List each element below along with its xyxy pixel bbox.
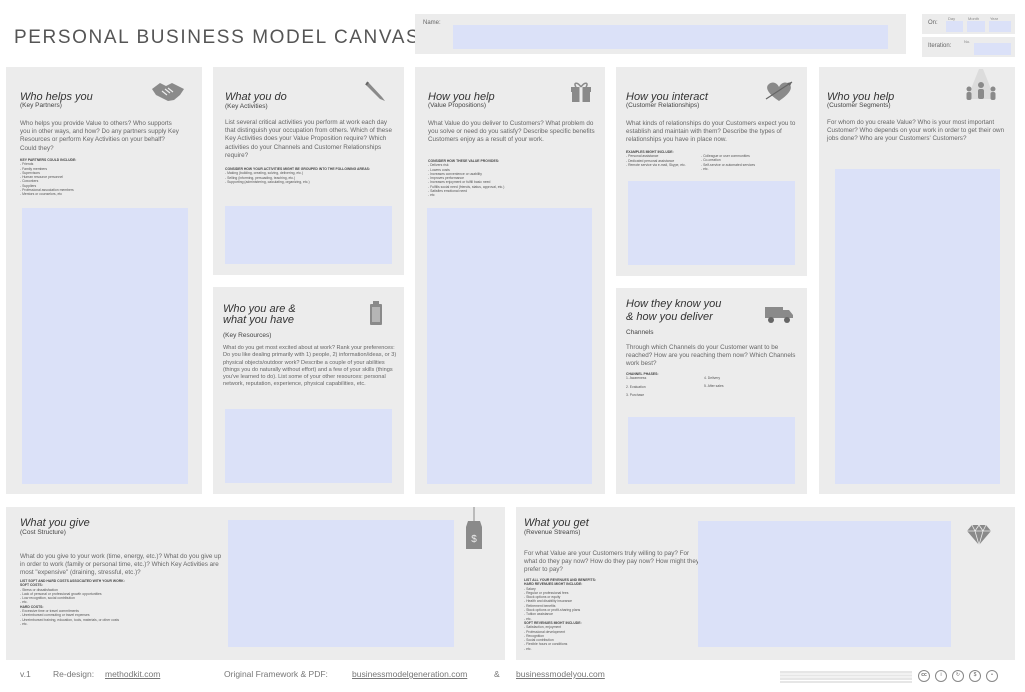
cost-structure-title: What you give — [20, 517, 90, 529]
channels-panel: How they know you & how you deliver Chan… — [616, 288, 807, 494]
by-icon: i — [935, 670, 947, 682]
list-item: - etc. — [701, 166, 709, 171]
value-propositions-subtitle: (Value Propositions) — [428, 102, 487, 109]
redesign-label: Re-design: — [53, 669, 95, 679]
channels-phases-right: 4. Delivery 5. After sales — [704, 376, 794, 389]
pencil-icon — [365, 81, 385, 101]
key-activities-list: CONSIDER HOW YOUR ACTIVITIES MIGHT BE GR… — [225, 167, 397, 184]
price-tag-icon: $ — [466, 507, 482, 549]
heart-arrow-icon — [765, 81, 793, 101]
gift-icon — [571, 82, 591, 102]
channels-title-line2: & how you deliver — [626, 311, 713, 323]
diamond-icon — [967, 524, 991, 546]
cost-structure-panel: What you give (Cost Structure) What do y… — [6, 507, 505, 660]
businessmodelgeneration-link[interactable]: businessmodelgeneration.com — [352, 669, 467, 679]
channels-subtitle: Channels — [626, 329, 654, 336]
customer-relationships-panel: How you interact (Customer Relationships… — [616, 67, 807, 276]
year-input[interactable] — [989, 21, 1011, 32]
key-partners-subtitle: (Key Partners) — [20, 102, 62, 109]
list-item: - Supporting (administering, calculating… — [225, 179, 310, 184]
list-item: - etc. — [20, 621, 28, 626]
customer-segments-panel: Who you help (Customer Segments) For who… — [819, 67, 1015, 494]
channels-phases-left: CHANNEL PHASES: 1. Awareness 2. Evaluati… — [626, 372, 706, 397]
version-label: v.1 — [20, 669, 31, 679]
on-label: On: — [928, 20, 938, 26]
channels-input[interactable] — [628, 417, 795, 484]
person-icon: • — [986, 670, 998, 682]
key-activities-panel: What you do (Key Activities) List severa… — [213, 67, 404, 275]
value-propositions-panel: How you help (Value Propositions) What V… — [415, 67, 605, 494]
channels-description: Through which Channels do your Customer … — [626, 344, 796, 368]
revenue-streams-description: For what Value are your Customers truly … — [524, 550, 700, 574]
key-partners-list: KEY PARTNERS COULD INCLUDE: - Friends - … — [20, 158, 180, 197]
nc-icon: $ — [969, 670, 981, 682]
cost-structure-list: LIST SOFT AND HARD COSTS ASSOCIATED WITH… — [20, 579, 220, 626]
cost-structure-input[interactable] — [228, 520, 454, 647]
customer-relationships-list-left: EXAMPLES MIGHT INCLUDE: - Personal assis… — [626, 150, 706, 167]
revenue-streams-title: What you get — [524, 517, 589, 529]
ampersand: & — [494, 669, 500, 679]
list-item: - etc. — [524, 646, 532, 651]
iteration-no-label: No. — [964, 39, 971, 44]
methodkit-link[interactable]: methodkit.com — [105, 669, 160, 679]
list-item: - Remote service via e-mail, Skype, etc. — [626, 162, 686, 167]
channels-title-line1: How they know you — [626, 298, 722, 310]
key-activities-title: What you do — [225, 91, 287, 103]
cost-structure-description: What do you give to your work (time, ene… — [20, 553, 222, 577]
date-field-container: On: Day Month Year — [922, 14, 1015, 34]
customer-relationships-list-right: - Colleague or user communities - Co-cre… — [701, 154, 791, 171]
key-resources-panel: Who you are & what you have (Key Resourc… — [213, 287, 404, 494]
revenue-streams-input[interactable] — [698, 521, 951, 647]
customer-segments-subtitle: (Customer Segments) — [827, 102, 891, 109]
revenue-streams-panel: What you get (Revenue Streams) For what … — [516, 507, 1015, 660]
license-text — [780, 670, 912, 684]
truck-icon — [765, 307, 793, 323]
customer-segments-input[interactable] — [835, 169, 1000, 484]
key-resources-input[interactable] — [225, 409, 392, 483]
name-input[interactable] — [453, 25, 888, 49]
list-item: - Mentors or counselors, etc — [20, 192, 63, 197]
cost-structure-subtitle: (Cost Structure) — [20, 529, 66, 536]
customer-relationships-description: What kinds of relationships do your Cust… — [626, 120, 796, 144]
iteration-input[interactable] — [974, 43, 1011, 55]
svg-text:$: $ — [471, 534, 477, 545]
iteration-label: Iteration: — [928, 43, 952, 49]
revenue-streams-list: LIST ALL YOUR REVENUES AND BENEFITS: HAR… — [524, 578, 696, 651]
customer-segments-description: For whom do you create Value? Who is you… — [827, 119, 1005, 143]
key-resources-description: What do you get most excited about at wo… — [223, 345, 397, 388]
month-input[interactable] — [967, 21, 985, 32]
customer-relationships-subtitle: (Customer Relationships) — [626, 102, 700, 109]
people-spotlight-icon — [966, 69, 996, 100]
list-item: 5. After sales — [704, 384, 724, 389]
list-item: - etc — [428, 193, 435, 198]
handshake-icon — [152, 83, 184, 101]
value-propositions-input[interactable] — [427, 208, 592, 484]
key-partners-description: Who helps you provide Value to others? W… — [20, 120, 179, 152]
revenue-streams-subtitle: (Revenue Streams) — [524, 529, 581, 536]
sa-icon: ↻ — [952, 670, 964, 682]
key-activities-subtitle: (Key Activities) — [225, 103, 268, 110]
key-partners-panel: Who helps you (Key Partners) Who helps y… — [6, 67, 202, 494]
key-resources-subtitle: (Key Resources) — [223, 332, 272, 339]
name-label: Name: — [423, 20, 441, 26]
day-input[interactable] — [946, 21, 963, 32]
key-partners-input[interactable] — [22, 208, 188, 484]
cc-icon: cc — [918, 670, 930, 682]
customer-relationships-input[interactable] — [628, 181, 795, 265]
original-framework-label: Original Framework & PDF: — [224, 669, 328, 679]
list-item: 3. Purchase — [626, 392, 645, 397]
value-propositions-list: CONSIDER HOW THESE VALUE PROVIDES: - Del… — [428, 159, 600, 198]
key-resources-title-line2: what you have — [223, 314, 294, 326]
value-propositions-description: What Value do you deliver to Customers? … — [428, 120, 595, 144]
iteration-field-container: Iteration: No. — [922, 37, 1015, 57]
name-field-container: Name: — [415, 14, 906, 54]
key-activities-description: List several critical activities you per… — [225, 119, 392, 159]
battery-icon — [370, 301, 382, 325]
key-activities-input[interactable] — [225, 206, 392, 264]
page-title: PERSONAL BUSINESS MODEL CANVAS OF — [14, 27, 457, 48]
businessmodelyou-link[interactable]: businessmodelyou.com — [516, 669, 605, 679]
